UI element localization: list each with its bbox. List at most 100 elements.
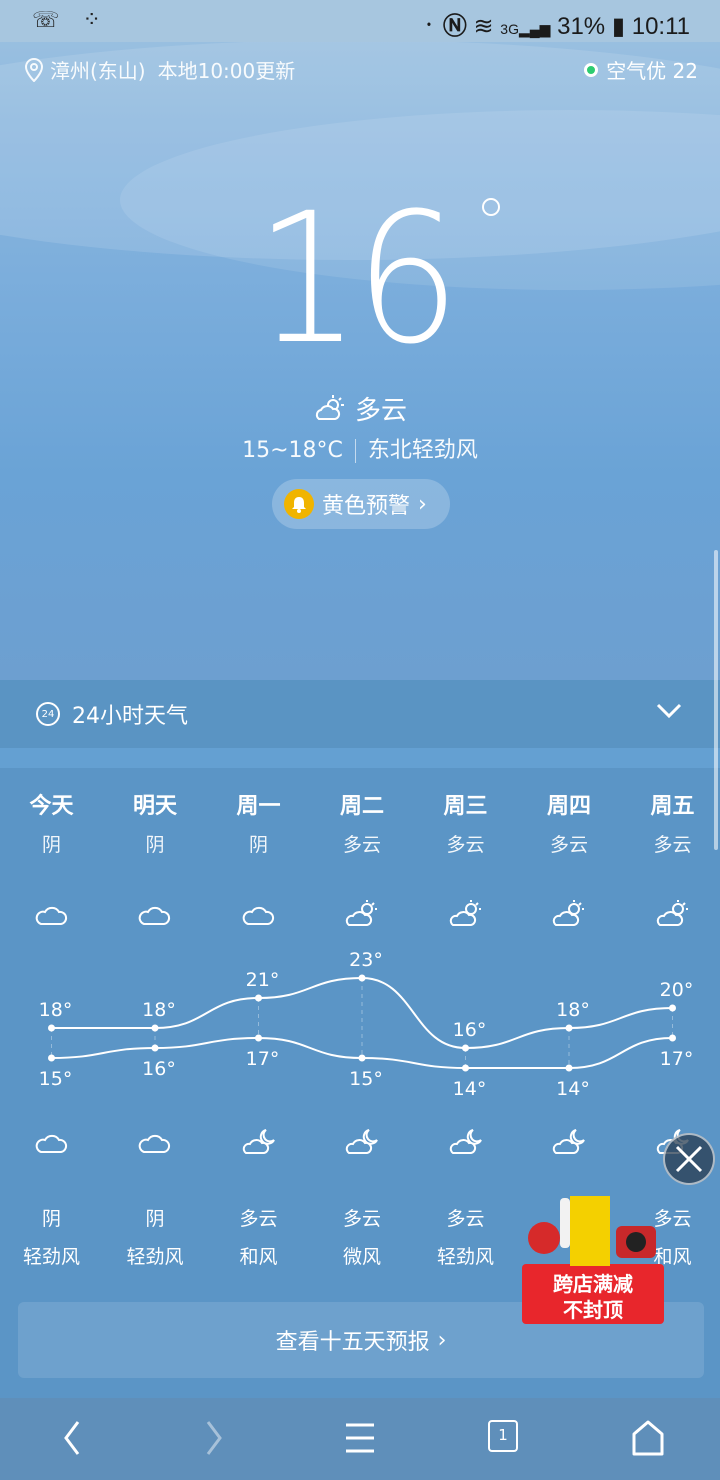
cloud-icon — [35, 906, 67, 925]
forecast-wind: 微风 — [342, 1246, 381, 1268]
forecast-day: 明天 — [132, 794, 177, 819]
clock-24h-icon: 24 — [36, 702, 60, 726]
high-temp-label: 18° — [39, 999, 73, 1021]
moon-cloud-icon — [345, 1129, 378, 1154]
home-icon[interactable] — [630, 1416, 666, 1460]
low-temp-point — [565, 1064, 573, 1072]
forward-icon[interactable] — [200, 1416, 228, 1460]
sun-cloud-icon — [552, 900, 584, 926]
temp-range-wind: 15~18°C 东北轻劲风 — [0, 432, 720, 464]
hourly-weather-header[interactable]: 24 24小时天气 — [0, 680, 720, 748]
forecast-night-icon — [0, 1128, 103, 1160]
high-temp-point — [358, 974, 366, 982]
high-temp-label: 16° — [453, 1019, 487, 1041]
back-icon[interactable] — [58, 1416, 86, 1460]
forecast-day-condition: 多云 — [549, 834, 588, 856]
high-temp-point — [255, 994, 262, 1002]
update-time: 本地10:00更新 — [157, 59, 296, 83]
ad-line1: 跨店满减 — [553, 1272, 633, 1296]
close-icon — [675, 1145, 703, 1173]
forecast-day-condition: 阴 — [145, 834, 165, 856]
high-temp-label: 23° — [349, 949, 383, 971]
cloud-icon — [242, 906, 274, 925]
forecast-night-condition: 多云 — [446, 1208, 485, 1230]
forecast-wind: 轻劲风 — [436, 1246, 494, 1268]
forecast-night-condition: 阴 — [41, 1208, 61, 1230]
air-quality[interactable]: 空气优 22 — [584, 55, 698, 84]
forecast-night-icon — [311, 1128, 414, 1160]
tabs-button[interactable]: 1 — [488, 1420, 518, 1452]
scrollbar[interactable] — [714, 550, 718, 850]
ad-banner[interactable]: 跨店满减 不封顶 — [522, 1188, 664, 1324]
location-name: 漳州(东山) — [50, 59, 146, 83]
clock: 10:11 — [631, 13, 690, 40]
forecast-day-condition: 多云 — [446, 834, 485, 856]
moon-cloud-icon — [552, 1129, 585, 1154]
forecast-night-condition: 阴 — [145, 1208, 165, 1230]
cloud-icon — [138, 906, 171, 925]
menu-icon[interactable] — [344, 1416, 376, 1460]
cloud-icon — [35, 1134, 67, 1153]
location-bar[interactable]: 漳州(东山) 本地10:00更新 — [24, 55, 295, 84]
chevron-down-icon[interactable] — [656, 702, 682, 720]
forecast-night-icon — [104, 1128, 207, 1160]
forecast-day: 周二 — [339, 794, 384, 819]
condition-text: 多云 — [354, 396, 407, 426]
forecast-wind: 轻劲风 — [22, 1246, 80, 1268]
current-temperature: 16 — [255, 175, 460, 384]
low-temp-label: 14° — [453, 1078, 487, 1100]
low-temp-label: 17° — [660, 1048, 694, 1070]
ad-line2: 不封顶 — [563, 1298, 623, 1322]
moon-cloud-icon — [242, 1129, 275, 1154]
browser-nav-bar: 1 — [0, 1398, 720, 1480]
ad-close-button[interactable] — [663, 1133, 715, 1185]
sun-cloud-icon — [345, 900, 377, 926]
high-temp-label: 20° — [660, 979, 694, 1001]
forecast-day-condition: 多云 — [342, 834, 381, 856]
low-temp-point — [669, 1034, 676, 1042]
high-temp-point — [48, 1024, 55, 1032]
moon-cloud-icon — [449, 1129, 482, 1154]
current-condition: 多云 — [0, 390, 720, 427]
temp-range: 15~18°C — [242, 438, 343, 463]
sun-cloud-icon — [449, 900, 481, 926]
low-temp-label: 15° — [39, 1068, 73, 1090]
wifi-icon: ≋ — [473, 13, 494, 40]
forecast-day: 周五 — [650, 794, 695, 819]
air-quality-dot-icon — [584, 62, 599, 77]
chevron-right-icon: › — [418, 491, 427, 517]
forecast-day-condition: 阴 — [248, 834, 268, 856]
low-temp-label: 16° — [142, 1058, 176, 1080]
high-temp-point — [462, 1044, 469, 1052]
low-temp-point — [358, 1054, 366, 1062]
forecast-day: 周三 — [443, 794, 488, 819]
battery-percent: 31% — [557, 13, 606, 40]
forecast-night-icon — [518, 1128, 621, 1160]
high-temp-label: 18° — [142, 999, 176, 1021]
high-temp-point — [151, 1024, 159, 1032]
nfc-icon: Ⓝ — [442, 13, 467, 40]
low-temp-label: 15° — [349, 1068, 383, 1090]
high-temp-point — [669, 1004, 676, 1012]
battery-icon: ▮ — [611, 13, 626, 40]
fifteen-day-label: 查看十五天预报 — [275, 1330, 430, 1355]
status-right: ᛫ Ⓝ ≋ 3G▂▄▆ 31% ▮ 10:11 — [422, 6, 690, 41]
low-temp-label: 17° — [246, 1048, 280, 1070]
forecast-day: 今天 — [29, 794, 74, 819]
forecast-day-condition: 阴 — [41, 834, 61, 856]
signal-icon: 3G▂▄▆ — [500, 21, 551, 37]
forecast-wind: 轻劲风 — [126, 1246, 184, 1268]
high-temp-point — [565, 1024, 573, 1032]
warning-badge[interactable]: 黄色预警 › — [272, 479, 450, 529]
warning-text: 黄色预警 — [322, 494, 411, 519]
notification-icons: ☏ ⁘ — [32, 8, 109, 33]
air-quality-text: 空气优 22 — [606, 59, 698, 83]
forecast-night-condition: 多云 — [239, 1208, 278, 1230]
low-temp-point — [255, 1034, 262, 1042]
forecast-night-icon — [207, 1128, 310, 1160]
hourly-title: 24小时天气 — [72, 704, 188, 729]
wind-text: 东北轻劲风 — [367, 438, 478, 463]
location-pin-icon — [24, 57, 44, 82]
status-bar: ☏ ⁘ ᛫ Ⓝ ≋ 3G▂▄▆ 31% ▮ 10:11 — [0, 0, 720, 42]
divider — [0, 748, 720, 768]
